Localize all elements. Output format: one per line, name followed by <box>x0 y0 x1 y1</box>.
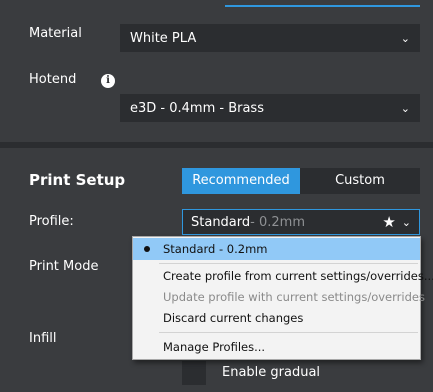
menu-item-label: Standard - 0.2mm <box>163 242 268 256</box>
print-setup-title: Print Setup <box>29 171 126 189</box>
chevron-down-icon: ⌄ <box>400 101 410 115</box>
profile-dropdown[interactable]: Standard - 0.2mm ★ ⌄ <box>182 209 420 235</box>
profile-name: Standard <box>191 214 251 230</box>
selected-bullet-icon <box>144 246 150 252</box>
print-mode-label: Print Mode <box>29 259 99 274</box>
infill-label: Infill <box>29 331 57 346</box>
profile-detail: - 0.2mm <box>250 214 305 230</box>
tab-recommended[interactable]: Recommended <box>182 168 300 194</box>
menu-item-discard-changes[interactable]: Discard current changes <box>133 307 420 329</box>
material-value: White PLA <box>130 30 197 46</box>
chevron-down-icon: ⌄ <box>401 215 411 229</box>
enable-gradual-label: Enable gradual <box>222 365 321 380</box>
hotend-dropdown[interactable]: e3D - 0.4mm - Brass ⌄ <box>120 94 420 122</box>
menu-item-update-profile: Update profile with current settings/ove… <box>163 290 425 304</box>
enable-gradual-checkbox[interactable] <box>182 361 206 385</box>
top-accent-bar <box>225 0 420 7</box>
material-dropdown[interactable]: White PLA ⌄ <box>120 24 420 52</box>
hotend-value: e3D - 0.4mm - Brass <box>130 100 264 116</box>
material-label: Material <box>29 26 82 41</box>
menu-item-standard[interactable]: Standard - 0.2mm <box>133 238 420 260</box>
menu-separator <box>159 263 418 264</box>
profile-menu: Standard - 0.2mm Create profile from cur… <box>132 236 433 360</box>
tab-custom[interactable]: Custom <box>300 168 420 194</box>
profile-label: Profile: <box>29 214 74 229</box>
chevron-down-icon: ⌄ <box>400 31 410 45</box>
hotend-label: Hotend <box>29 72 77 87</box>
section-divider <box>0 142 433 148</box>
menu-separator <box>159 332 418 333</box>
menu-item-create-profile[interactable]: Create profile from current settings/ove… <box>133 265 433 287</box>
star-icon[interactable]: ★ <box>382 213 395 231</box>
info-icon[interactable]: i <box>101 74 115 88</box>
menu-item-manage-profiles[interactable]: Manage Profiles... <box>133 336 420 358</box>
